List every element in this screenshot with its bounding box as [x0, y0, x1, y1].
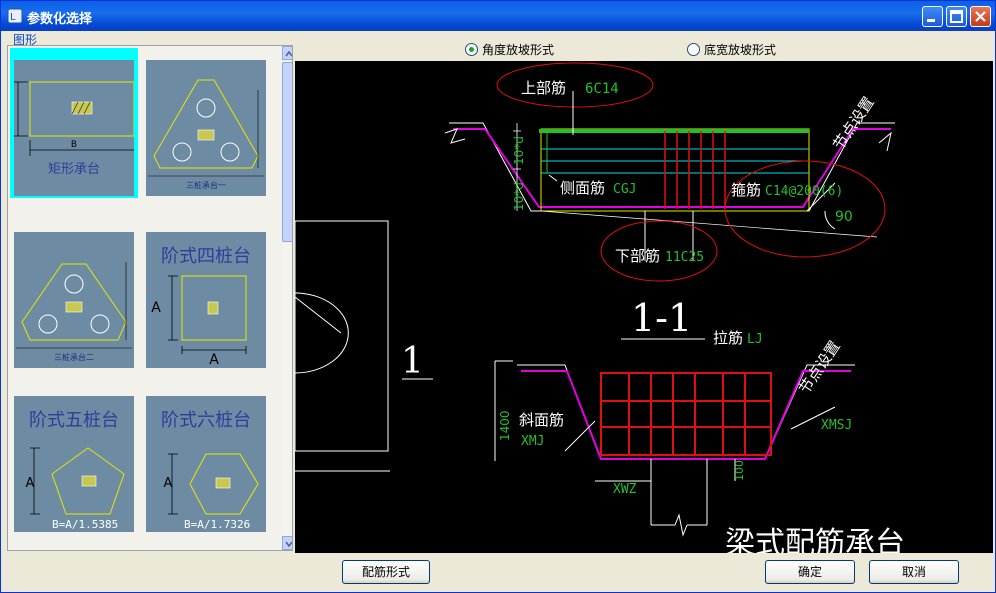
dim-a-label: A: [163, 476, 173, 491]
radio-checked-icon: [465, 43, 478, 56]
tile-stepped-four[interactable]: 阶式四桩台 A A: [142, 220, 270, 370]
radio-width-slope-label: 底宽放坡形式: [704, 43, 777, 57]
dim-100: 100: [733, 460, 746, 481]
dim-a-label: A: [25, 476, 35, 491]
top-bar-label: 上部筋: [521, 79, 566, 97]
tile-label: 矩形承台: [47, 162, 100, 177]
radio-angle-slope-label: 角度放坡形式: [482, 43, 555, 57]
slope-bar-label: 斜面筋: [519, 411, 564, 429]
formula-label: B=A/1.5385: [52, 518, 119, 531]
slope-bar-value: XMJ: [521, 434, 544, 449]
dim-1400: 1400: [498, 410, 512, 441]
title-bar[interactable]: L 参数化选择: [1, 1, 995, 31]
tile-thumbnail: 三桩承台一: [146, 60, 266, 196]
bottom-bar-label: 下部筋: [615, 247, 660, 265]
tile-three-pile-2[interactable]: 三桩承台二: [10, 220, 138, 370]
preview-panel: 角度放坡形式 底宽放坡形式 1 上部筋 6C14 侧面筋 CGJ 箍筋 C14@…: [295, 33, 993, 553]
maximize-icon: [950, 10, 963, 23]
angle-label: 90: [835, 209, 853, 225]
radio-angle-slope[interactable]: 角度放坡形式: [465, 41, 554, 58]
dialog-window: L 参数化选择 图形 B 矩形承台 三桩承台一 三桩承台二 阶式四桩台 A A …: [0, 0, 996, 593]
radio-width-slope[interactable]: 底宽放坡形式: [687, 41, 776, 58]
gallery-scrollbar[interactable]: [282, 46, 292, 550]
scroll-up-button[interactable]: [282, 46, 292, 60]
window-title: 参数化选择: [27, 12, 93, 27]
slope-options: 角度放坡形式 底宽放坡形式: [295, 33, 993, 61]
stepped-six-drawing: [168, 453, 259, 515]
stirrup-value: C14@200(6): [765, 184, 843, 199]
tile-stepped-five[interactable]: 阶式五桩台 A B=A/1.5385: [10, 384, 138, 534]
side-bar-value: CGJ: [613, 182, 636, 197]
app-icon: L: [7, 8, 23, 24]
chevron-down-icon: [285, 541, 292, 548]
close-icon: [975, 11, 986, 22]
stepped-five-drawing: [30, 447, 125, 515]
side-bar-label: 侧面筋: [560, 179, 605, 197]
formula-label: B=A/1.7326: [184, 518, 251, 531]
dim-a-horizontal: A: [209, 352, 219, 368]
tile-three-pile-1[interactable]: 三桩承台一: [142, 48, 270, 198]
tile-thumbnail: 阶式四桩台 A A: [146, 232, 266, 368]
tile-rect-cap[interactable]: B 矩形承台: [10, 48, 138, 198]
scroll-thumb[interactable]: [282, 62, 292, 242]
cad-drawing: 1 上部筋 6C14 侧面筋 CGJ 箍筋 C14@200(6) 下部筋 11C…: [295, 62, 905, 553]
minimize-button[interactable]: [922, 6, 943, 27]
bottom-bar-value: 11C25: [665, 250, 704, 265]
bottom-title: 梁式配筋承台: [725, 526, 905, 553]
three-pile-drawing: [148, 79, 264, 177]
dim-10d-b: 10*d: [512, 182, 526, 211]
xwz-label: XWZ: [613, 482, 637, 497]
maximize-button[interactable]: [946, 6, 967, 27]
svg-text:L: L: [10, 12, 16, 23]
rebar-form-button[interactable]: 配筋形式: [342, 560, 430, 584]
close-button[interactable]: [970, 6, 991, 27]
stirrup-label: 箍筋: [731, 181, 761, 199]
cancel-button[interactable]: 取消: [869, 560, 959, 584]
scroll-down-button[interactable]: [282, 536, 292, 550]
dim-a-vertical: A: [151, 300, 161, 316]
tile-thumbnail: 阶式五桩台 A B=A/1.5385: [14, 396, 134, 532]
ok-button[interactable]: 确定: [765, 560, 855, 584]
xmsj-label: XMSJ: [821, 418, 852, 433]
tile-label: 三桩承台二: [54, 353, 94, 362]
minimize-icon: [927, 19, 935, 22]
tile-label: 三桩承台一: [186, 181, 226, 190]
shape-gallery: B 矩形承台 三桩承台一 三桩承台二 阶式四桩台 A A 阶式五桩台 A B=A…: [7, 45, 293, 551]
tile-stepped-six[interactable]: 阶式六桩台 A B=A/1.7326: [142, 384, 270, 534]
section-mark: 1: [401, 341, 424, 382]
chevron-up-icon: [285, 50, 292, 57]
top-bar-value: 6C14: [585, 81, 619, 97]
radio-unchecked-icon: [687, 43, 700, 56]
tile-thumbnail: 阶式六桩台 A B=A/1.7326: [146, 396, 266, 532]
section-title: 1-1: [631, 296, 692, 340]
cad-preview: 1 上部筋 6C14 侧面筋 CGJ 箍筋 C14@200(6) 下部筋 11C…: [295, 61, 993, 553]
dim-b-label: B: [70, 140, 78, 150]
tile-thumbnail: B 矩形承台: [14, 60, 134, 196]
dim-10d-a: 10*d: [512, 136, 526, 165]
tie-label: 拉筋: [713, 329, 743, 347]
tie-value: LJ: [747, 332, 763, 347]
node-setting-bottom: 节点设置: [795, 337, 843, 397]
